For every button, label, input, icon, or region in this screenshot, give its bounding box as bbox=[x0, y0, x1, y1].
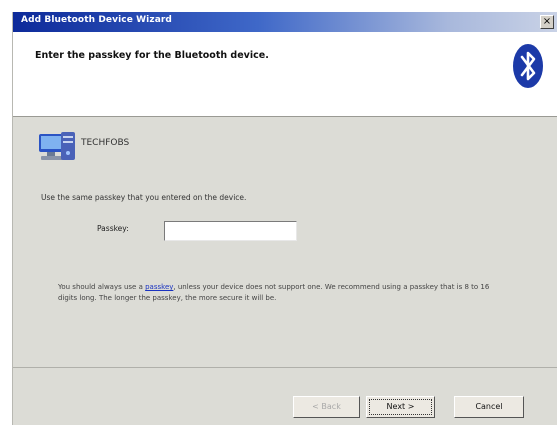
title-bar[interactable]: Add Bluetooth Device Wizard × bbox=[13, 12, 557, 32]
close-icon: × bbox=[542, 16, 552, 27]
bluetooth-logo-icon bbox=[513, 44, 543, 88]
bluetooth-wizard-window: Add Bluetooth Device Wizard × Enter the … bbox=[12, 12, 557, 425]
passkey-note: You should always use a passkey, unless … bbox=[58, 282, 508, 304]
passkey-label: Passkey: bbox=[97, 224, 129, 233]
wizard-footer: < Back Next > Cancel bbox=[13, 367, 557, 426]
computer-icon bbox=[39, 132, 75, 160]
next-button[interactable]: Next > bbox=[366, 396, 435, 418]
header-instruction: Enter the passkey for the Bluetooth devi… bbox=[35, 50, 269, 61]
close-button[interactable]: × bbox=[540, 15, 554, 29]
passkey-instruction: Use the same passkey that you entered on… bbox=[41, 193, 247, 202]
window-title: Add Bluetooth Device Wizard bbox=[21, 15, 172, 25]
passkey-link[interactable]: passkey bbox=[145, 283, 173, 291]
device-name: TECHFOBS bbox=[81, 138, 130, 148]
back-button[interactable]: < Back bbox=[293, 396, 360, 418]
note-text-start: You should always use a bbox=[58, 283, 146, 291]
wizard-content: TECHFOBS Use the same passkey that you e… bbox=[13, 117, 557, 367]
passkey-input[interactable] bbox=[164, 221, 297, 241]
cancel-button[interactable]: Cancel bbox=[454, 396, 524, 418]
wizard-header: Enter the passkey for the Bluetooth devi… bbox=[13, 32, 557, 117]
